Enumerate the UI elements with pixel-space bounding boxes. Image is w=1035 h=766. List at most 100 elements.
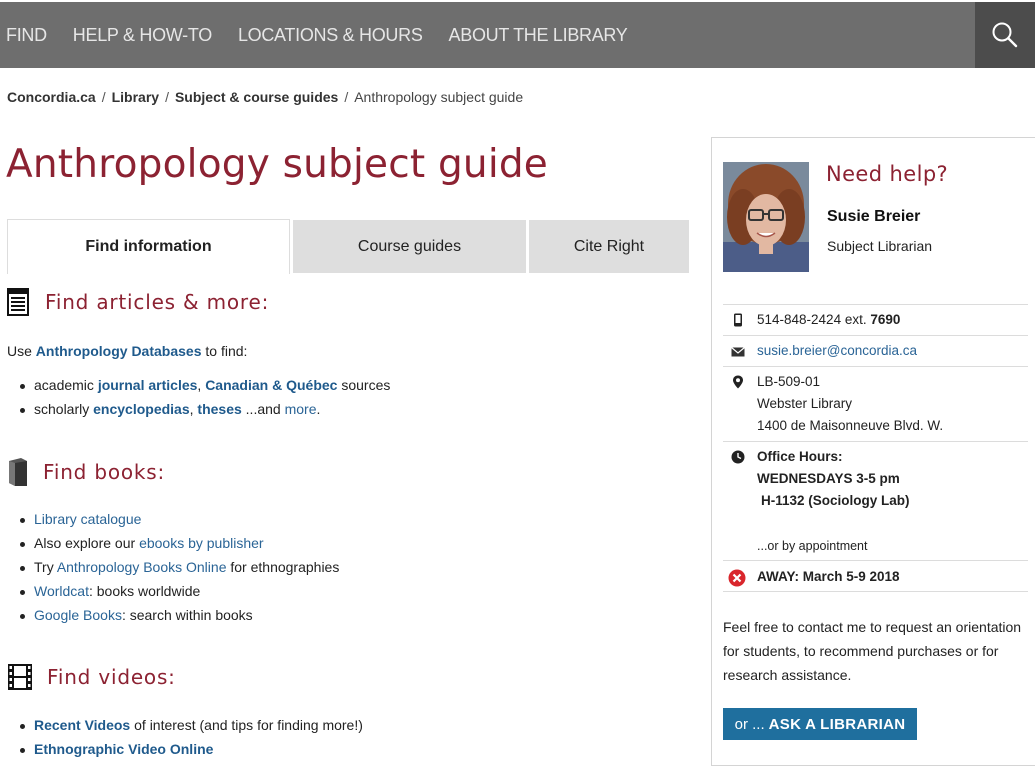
- librarian-sidebar: Need help? Susie Breier Subject Libraria…: [711, 137, 1035, 766]
- breadcrumb-concordia[interactable]: Concordia.ca: [7, 89, 96, 105]
- guide-tabs: Find information Course guides Cite Righ…: [7, 219, 690, 274]
- recent-videos-link[interactable]: Recent Videos: [34, 717, 130, 733]
- books-list: Library catalogue Also explore our ebook…: [7, 511, 339, 631]
- office-hours-day: WEDNESDAYS 3-5 pm: [757, 471, 900, 486]
- breadcrumb-separator: /: [165, 89, 169, 105]
- ask-a-librarian-button[interactable]: or ... ASK A LIBRARIAN: [723, 708, 917, 740]
- library-catalogue-link[interactable]: Library catalogue: [34, 511, 141, 527]
- ask-prefix: or ...: [734, 715, 765, 733]
- intro-text: Use: [7, 343, 36, 359]
- ebooks-by-publisher-link[interactable]: ebooks by publisher: [139, 535, 264, 551]
- newspaper-icon: [7, 288, 29, 316]
- more-link[interactable]: more: [285, 401, 317, 417]
- item-text: Try: [34, 559, 57, 575]
- nav-find[interactable]: FIND: [6, 25, 47, 46]
- breadcrumb-separator: /: [344, 89, 349, 105]
- phone-icon: [734, 313, 742, 327]
- film-icon: [8, 664, 32, 690]
- list-item: Try Anthropology Books Online for ethnog…: [7, 559, 339, 583]
- anthropology-books-online-link[interactable]: Anthropology Books Online: [57, 559, 227, 575]
- list-item: Google Books: search within books: [7, 607, 339, 631]
- office-hours-label: Office Hours:: [757, 449, 843, 464]
- ethnographic-video-online-link[interactable]: Ethnographic Video Online: [34, 741, 213, 757]
- address-row: LB-509-01 Webster Library 1400 de Maison…: [723, 366, 1028, 441]
- list-item: Also explore our ebooks by publisher: [7, 535, 339, 559]
- item-text: scholarly: [34, 401, 94, 417]
- email-row: susie.breier@concordia.ca: [723, 335, 1028, 366]
- books-heading: Find books:: [43, 460, 166, 484]
- top-navigation: FIND HELP & HOW-TO LOCATIONS & HOURS ABO…: [0, 2, 1035, 68]
- item-text: Also explore our: [34, 535, 140, 551]
- theses-link[interactable]: theses: [197, 401, 241, 417]
- item-text: of interest (and tips for finding more!): [130, 717, 363, 733]
- encyclopedias-link[interactable]: encyclopedias: [93, 401, 190, 417]
- tab-find-information[interactable]: Find information: [7, 219, 290, 274]
- articles-heading: Find articles & more:: [45, 290, 270, 314]
- item-text: : search within books: [121, 607, 253, 623]
- worldcat-link[interactable]: Worldcat: [34, 583, 89, 599]
- address-line-street: 1400 de Maisonneuve Blvd. W.: [757, 418, 944, 433]
- location-pin-icon: [733, 375, 743, 389]
- office-hours-room: H-1132 (Sociology Lab): [761, 493, 910, 508]
- clock-icon: [731, 450, 745, 464]
- google-books-link[interactable]: Google Books: [34, 607, 122, 623]
- item-text: for ethnographies: [226, 559, 340, 575]
- list-item: scholarly encyclopedias, theses ...and m…: [7, 401, 390, 425]
- librarian-portrait: [723, 162, 809, 272]
- book-icon: [9, 458, 27, 486]
- phone-extension: 7690: [870, 312, 901, 327]
- office-hours-row: Office Hours: WEDNESDAYS 3-5 pm H-1132 (…: [723, 441, 1028, 560]
- search-button[interactable]: [975, 2, 1035, 68]
- item-text: sources: [337, 377, 391, 393]
- item-text: ...and: [241, 401, 285, 417]
- ask-label: ASK A LIBRARIAN: [768, 715, 906, 733]
- away-row: AWAY: March 5-9 2018: [723, 560, 1028, 592]
- list-item: Ethnographic Video Online: [7, 741, 363, 765]
- librarian-photo: [723, 162, 809, 272]
- list-item: academic journal articles, Canadian & Qu…: [7, 377, 390, 401]
- item-text: .: [316, 401, 321, 417]
- address-line-room: LB-509-01: [757, 374, 821, 389]
- page-title: Anthropology subject guide: [6, 142, 549, 187]
- breadcrumb-separator: /: [101, 89, 106, 105]
- main-nav: FIND HELP & HOW-TO LOCATIONS & HOURS ABO…: [0, 2, 648, 68]
- list-item: Recent Videos of interest (and tips for …: [7, 717, 363, 741]
- phone-row: 514-848-2424 ext. 7690: [723, 304, 1028, 335]
- books-section-heading: Find books:: [7, 457, 165, 487]
- tab-cite-right[interactable]: Cite Right: [529, 220, 689, 273]
- anthropology-databases-link[interactable]: Anthropology Databases: [36, 343, 202, 359]
- breadcrumb-subject-guides[interactable]: Subject & course guides: [175, 89, 338, 105]
- videos-list: Recent Videos of interest (and tips for …: [7, 717, 363, 765]
- nav-locations-hours[interactable]: LOCATIONS & HOURS: [238, 25, 423, 46]
- appointment-note: ...or by appointment: [757, 539, 868, 553]
- nav-about-library[interactable]: ABOUT THE LIBRARY: [449, 25, 628, 46]
- breadcrumb: Concordia.ca / Library / Subject & course gu…: [7, 89, 523, 105]
- canadian-quebec-link[interactable]: Canadian & Québec: [205, 377, 337, 393]
- breadcrumb-library[interactable]: Library: [112, 89, 159, 105]
- away-x-icon: [728, 569, 746, 587]
- articles-section-heading: Find articles & more:: [7, 288, 269, 316]
- articles-intro: Use Anthropology Databases to find:: [7, 343, 247, 359]
- need-help-heading: Need help?: [826, 162, 949, 186]
- videos-heading: Find videos:: [47, 665, 176, 689]
- videos-section-heading: Find videos:: [7, 663, 176, 691]
- away-text: AWAY: March 5-9 2018: [757, 569, 900, 584]
- phone-number: 514-848-2424 ext.: [757, 312, 871, 327]
- phone-text: 514-848-2424 ext. 7690: [757, 309, 900, 331]
- list-item: Library catalogue: [7, 511, 339, 535]
- email-link[interactable]: susie.breier@concordia.ca: [757, 340, 917, 362]
- address-line-building: Webster Library: [757, 396, 853, 411]
- tab-course-guides[interactable]: Course guides: [293, 220, 526, 273]
- nav-help-how-to[interactable]: HELP & HOW-TO: [73, 25, 212, 46]
- librarian-role: Subject Librarian: [827, 238, 933, 254]
- librarian-name: Susie Breier: [827, 208, 921, 225]
- envelope-icon: [731, 347, 745, 357]
- list-item: Worldcat: books worldwide: [7, 583, 339, 607]
- journal-articles-link[interactable]: journal articles: [98, 377, 198, 393]
- articles-list: academic journal articles, Canadian & Qu…: [7, 377, 390, 425]
- intro-text: to find:: [201, 343, 248, 359]
- breadcrumb-current: Anthropology subject guide: [354, 89, 524, 105]
- item-text: academic: [34, 377, 98, 393]
- item-text: : books worldwide: [88, 583, 201, 599]
- search-icon: [992, 22, 1018, 48]
